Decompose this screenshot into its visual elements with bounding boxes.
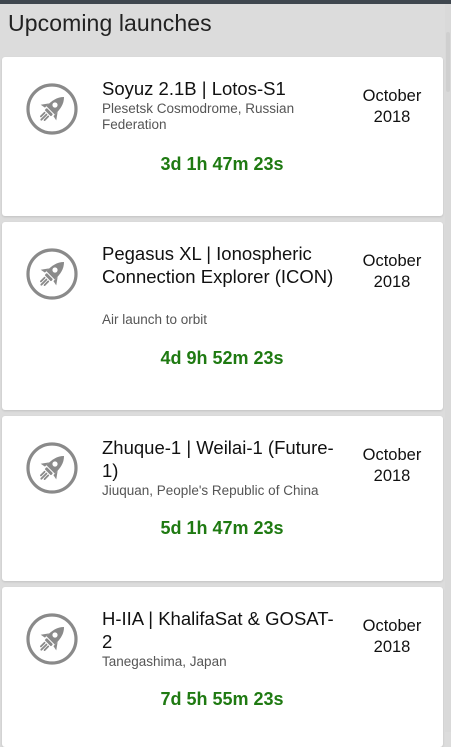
launch-location: Plesetsk Cosmodrome, Russian Federation <box>102 101 295 132</box>
launch-date: October 2018 <box>362 446 422 485</box>
scrollbar[interactable] <box>445 4 451 732</box>
rocket-icon <box>26 613 78 665</box>
launch-card[interactable]: Zhuque-1 | Weilai-1 (Future-1) Jiuquan, … <box>2 416 443 581</box>
launch-date: October 2018 <box>362 617 422 656</box>
launch-title: Pegasus XL | Ionospheric Connection Expl… <box>102 243 334 287</box>
launch-card[interactable]: Soyuz 2.1B | Lotos-S1 Plesetsk Cosmodrom… <box>2 57 443 216</box>
rocket-icon <box>26 248 78 300</box>
launch-card[interactable]: Pegasus XL | Ionospheric Connection Expl… <box>2 222 443 410</box>
page-title: Upcoming launches <box>8 10 212 36</box>
launch-countdown: 5d 1h 47m 23s <box>160 518 284 538</box>
scrollbar-thumb[interactable] <box>446 32 450 92</box>
launch-countdown: 4d 9h 52m 23s <box>160 348 284 368</box>
rocket-icon <box>26 442 78 494</box>
launch-location: Jiuquan, People's Republic of China <box>102 483 319 498</box>
launch-title: Soyuz 2.1B | Lotos-S1 <box>102 78 286 99</box>
launch-date: October 2018 <box>362 87 422 126</box>
launch-title: Zhuque-1 | Weilai-1 (Future-1) <box>102 437 334 481</box>
launch-countdown: 3d 1h 47m 23s <box>160 154 284 174</box>
launch-date: October 2018 <box>362 252 422 291</box>
launch-location: Tanegashima, Japan <box>102 654 227 669</box>
launch-countdown: 7d 5h 55m 23s <box>160 689 284 709</box>
launch-location: Air launch to orbit <box>102 312 208 327</box>
launch-card[interactable]: H-IIA | KhalifaSat & GOSAT-2 Tanegashima… <box>2 587 443 747</box>
top-bar <box>0 0 451 4</box>
rocket-icon <box>26 83 78 135</box>
launch-title: H-IIA | KhalifaSat & GOSAT-2 <box>102 608 334 652</box>
